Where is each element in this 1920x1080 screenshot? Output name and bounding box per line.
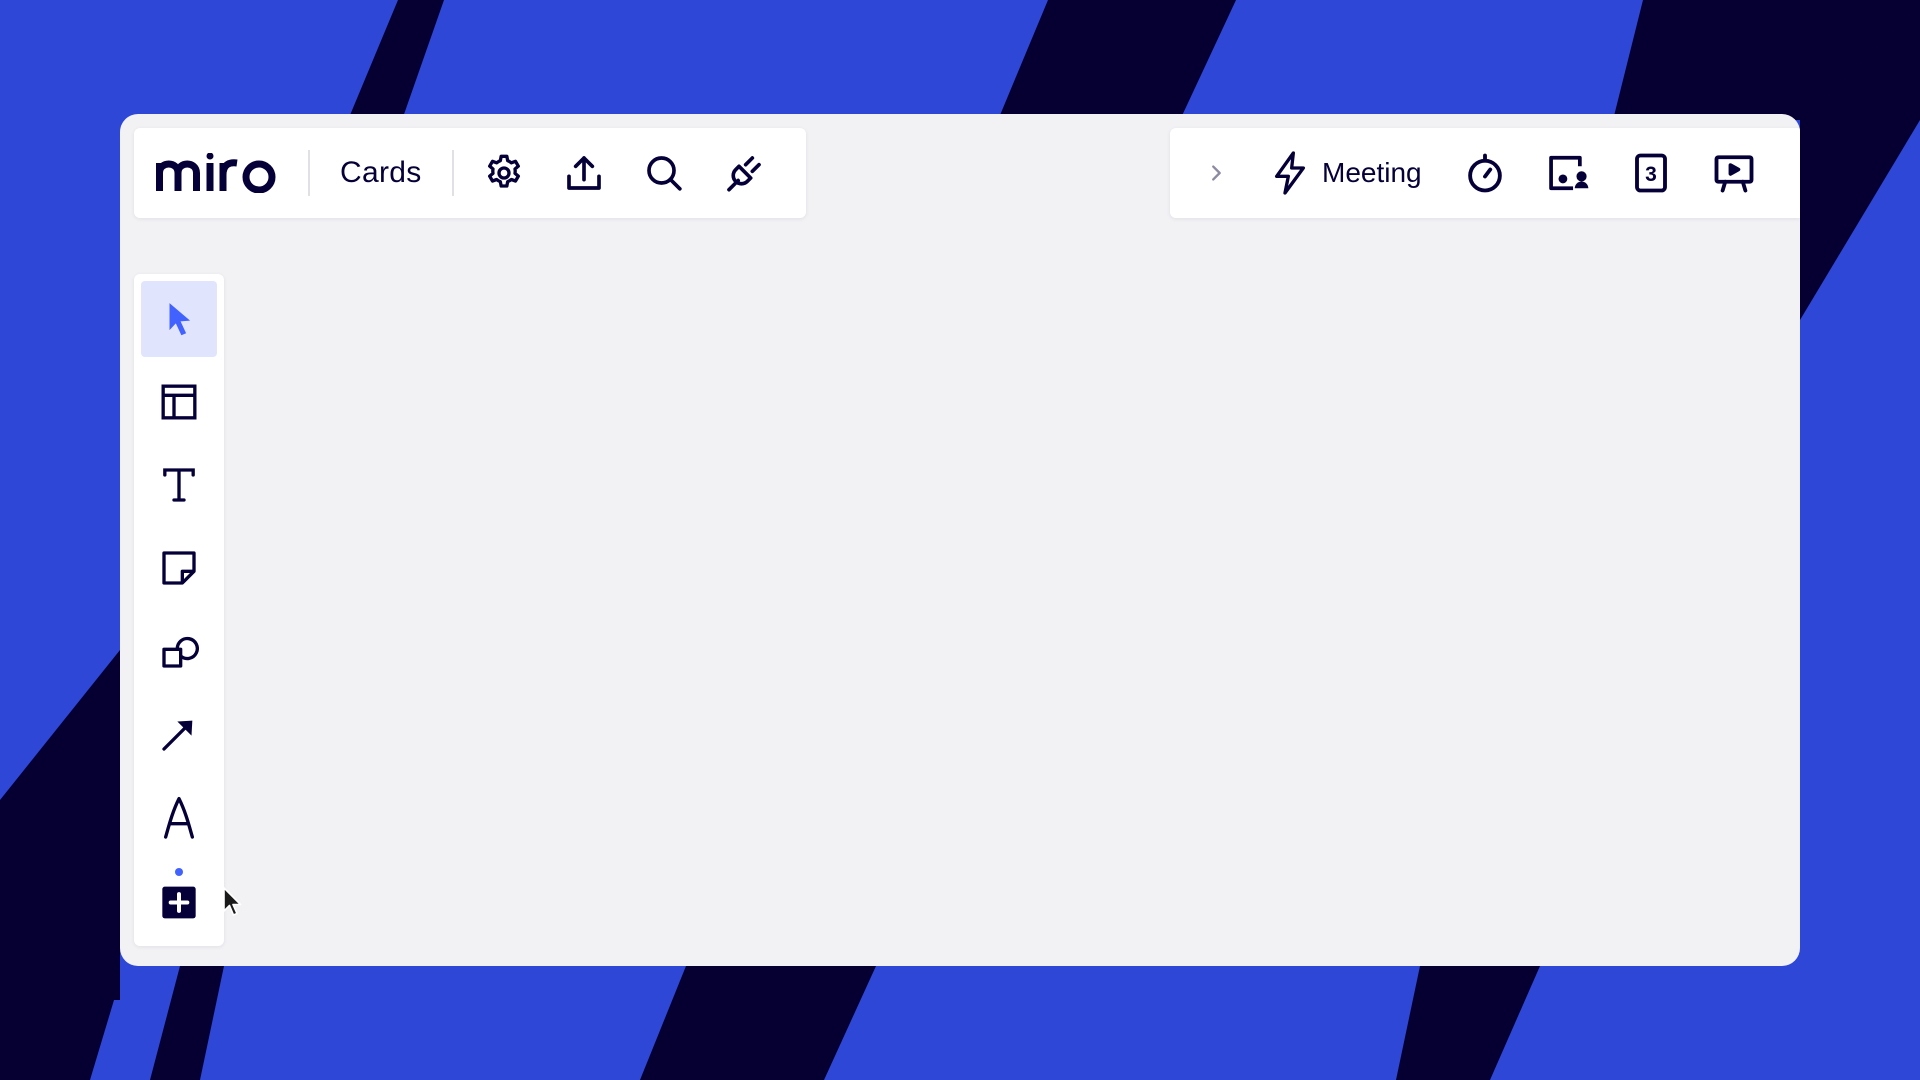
voting-card-number: 3 — [1645, 163, 1657, 186]
plug-icon — [726, 156, 761, 192]
more-apps-tool[interactable] — [141, 862, 217, 938]
pen-tool[interactable] — [141, 779, 217, 855]
board-name[interactable]: Cards — [310, 156, 452, 190]
expand-toolbar-button[interactable] — [1192, 133, 1240, 213]
pen-icon — [164, 797, 194, 839]
timer-button[interactable] — [1444, 133, 1527, 213]
presentation-button[interactable] — [1693, 133, 1776, 213]
video-chat-icon — [1549, 155, 1589, 191]
app-window: Cards Meeting 3 — [120, 114, 1800, 966]
toolbar-divider — [451, 150, 454, 196]
meeting-label: Meeting — [1322, 157, 1422, 188]
gear-icon — [487, 154, 520, 188]
arrow-line-icon — [162, 720, 193, 751]
text-tool[interactable] — [141, 447, 217, 523]
plus-square-icon — [162, 886, 196, 919]
presentation-icon — [1714, 155, 1754, 193]
templates-tool[interactable] — [141, 364, 217, 440]
templates-icon — [161, 384, 197, 420]
lightning-icon — [1275, 151, 1305, 195]
integrations-button[interactable] — [704, 133, 784, 213]
upload-icon — [566, 156, 601, 190]
sticky-note-icon — [162, 551, 196, 585]
video-chat-button[interactable] — [1527, 133, 1610, 213]
miro-logo-mark — [156, 153, 276, 193]
voting-button[interactable]: 3 — [1610, 133, 1693, 213]
collaboration-toolbar: Meeting 3 — [1170, 128, 1800, 218]
chevron-right-icon — [1212, 165, 1221, 181]
cursor-pointer-icon — [169, 303, 191, 336]
creation-toolbar — [134, 274, 224, 946]
shapes-icon — [162, 636, 199, 668]
search-button[interactable] — [624, 133, 704, 213]
connection-line-tool[interactable] — [141, 696, 217, 772]
sticky-note-tool[interactable] — [141, 530, 217, 606]
voting-card-icon: 3 — [1635, 153, 1668, 193]
shapes-tool[interactable] — [141, 613, 217, 689]
meeting-button[interactable]: Meeting — [1270, 133, 1422, 213]
board-toolbar: Cards — [134, 128, 806, 218]
search-icon — [646, 156, 682, 191]
timer-icon — [1468, 153, 1502, 193]
text-icon — [163, 468, 195, 502]
export-button[interactable] — [544, 133, 624, 213]
miro-logo[interactable] — [156, 150, 278, 196]
settings-button[interactable] — [464, 133, 544, 213]
select-tool[interactable] — [141, 281, 217, 357]
mouse-cursor-icon — [223, 887, 242, 916]
